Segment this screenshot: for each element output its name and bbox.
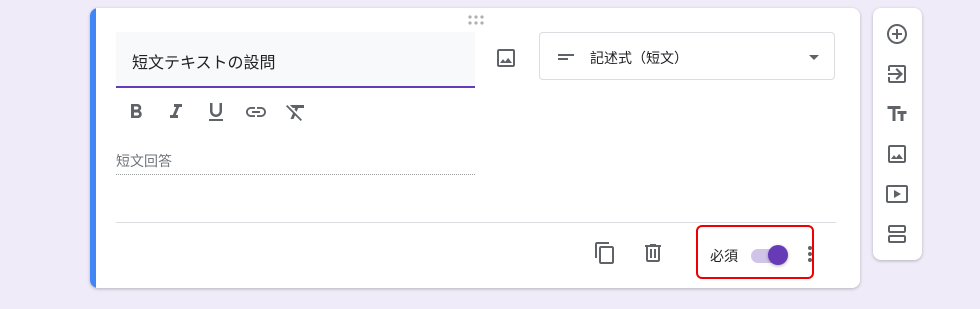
question-title-text: 短文テキストの設問 bbox=[132, 55, 276, 72]
trash-icon[interactable] bbox=[641, 241, 665, 265]
question-type-select[interactable]: 記述式（短文） bbox=[539, 32, 835, 80]
link-icon[interactable] bbox=[244, 100, 268, 124]
add-image-icon[interactable] bbox=[885, 142, 909, 166]
more-vert-icon[interactable] bbox=[804, 242, 816, 266]
import-questions-icon[interactable] bbox=[885, 62, 909, 86]
required-toggle[interactable] bbox=[748, 244, 790, 266]
toggle-thumb bbox=[768, 245, 788, 265]
short-answer-placeholder: 短文回答 bbox=[116, 151, 475, 175]
add-question-icon[interactable] bbox=[885, 22, 909, 46]
add-section-icon[interactable] bbox=[885, 222, 909, 246]
required-label: 必須 bbox=[710, 248, 738, 264]
add-video-icon[interactable] bbox=[885, 182, 909, 206]
question-type-label: 記述式（短文） bbox=[590, 50, 688, 66]
card-focus-accent bbox=[90, 8, 96, 288]
copy-icon[interactable] bbox=[593, 241, 617, 265]
side-toolbar bbox=[873, 8, 922, 260]
underline-icon[interactable] bbox=[204, 100, 228, 124]
image-icon[interactable] bbox=[494, 46, 518, 70]
drag-handle-icon[interactable] bbox=[467, 14, 485, 26]
add-title-icon[interactable] bbox=[885, 102, 909, 126]
italic-icon[interactable] bbox=[164, 100, 188, 124]
question-card[interactable]: 短文テキストの設問 記述式（短文） 短文回答 必須 bbox=[90, 8, 860, 288]
short-text-lines-icon bbox=[554, 45, 578, 69]
dropdown-arrow-icon bbox=[802, 45, 826, 69]
footer-divider bbox=[116, 222, 836, 223]
question-title-input[interactable]: 短文テキストの設問 bbox=[116, 32, 475, 88]
clear-format-icon[interactable] bbox=[284, 100, 308, 124]
bold-icon[interactable] bbox=[124, 100, 148, 124]
